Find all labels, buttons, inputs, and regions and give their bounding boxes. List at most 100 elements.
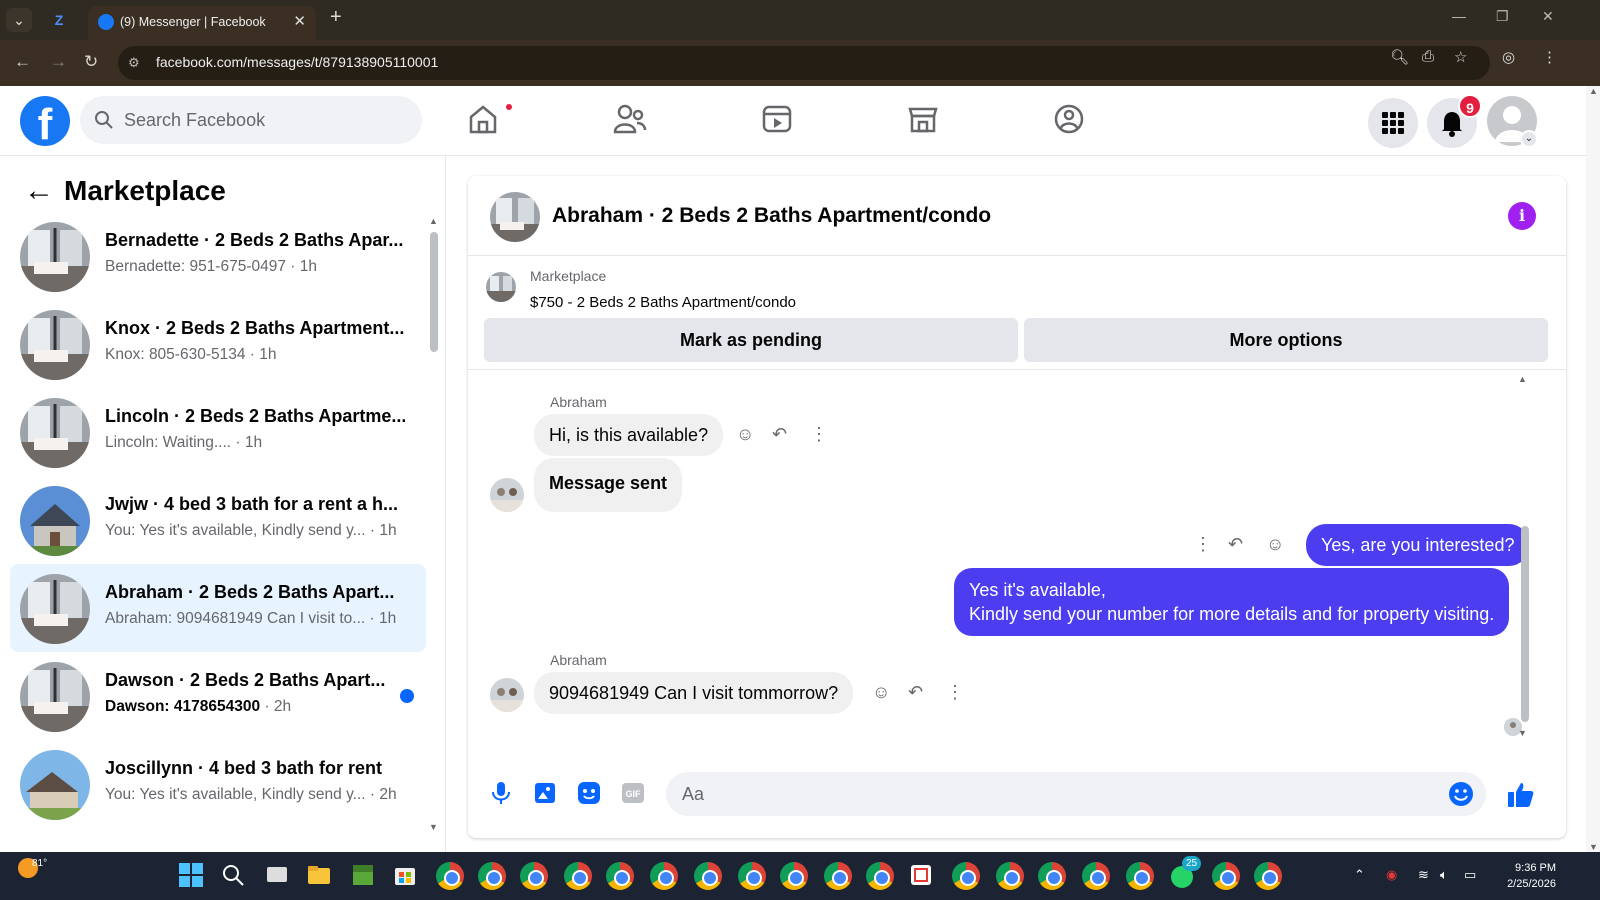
account-chevron-icon[interactable]: ⌄ xyxy=(1520,130,1538,148)
sidebar-scroll-up-icon[interactable]: ▲ xyxy=(429,216,438,226)
message-sent-bubble[interactable]: Message sent xyxy=(534,458,683,512)
menu-grid-button[interactable] xyxy=(1368,98,1418,148)
sidebar-scrollbar[interactable] xyxy=(430,232,438,352)
sender-avatar[interactable] xyxy=(490,478,524,512)
back-arrow-icon[interactable]: ← xyxy=(24,174,64,208)
react-emoji-icon[interactable]: ☺ xyxy=(872,682,890,703)
chat-title[interactable]: Abraham · 2 Beds 2 Baths Apartment/condo xyxy=(552,204,991,228)
site-info-icon[interactable]: ⚙ xyxy=(128,55,140,71)
search-input[interactable]: Search Facebook xyxy=(124,110,265,131)
chat-scroll-down-icon[interactable]: ▼ xyxy=(1518,728,1527,738)
friends-icon[interactable] xyxy=(612,102,652,142)
taskbar-search-icon[interactable] xyxy=(220,862,248,890)
menu-kebab-icon[interactable]: ⋮ xyxy=(1542,48,1557,66)
chrome-app-icon[interactable] xyxy=(996,862,1024,890)
chrome-app-icon[interactable] xyxy=(780,862,808,890)
outgoing-message[interactable]: Yes, are you interested? xyxy=(1306,524,1530,566)
chrome-app-icon[interactable] xyxy=(866,862,894,890)
antivirus-tray-icon[interactable]: ◉ xyxy=(1386,867,1397,883)
message-input[interactable]: Aa xyxy=(666,772,1486,816)
incoming-message[interactable]: Hi, is this available? xyxy=(534,414,724,456)
install-app-icon[interactable]: ⎙ xyxy=(1422,48,1434,65)
emoji-picker-icon[interactable] xyxy=(1448,781,1474,807)
whatsapp-icon[interactable]: 25 xyxy=(1168,856,1202,890)
conversation-item[interactable]: Dawson · 2 Beds 2 Baths Apart... Dawson: … xyxy=(10,652,426,740)
scroll-down-icon[interactable]: ▼ xyxy=(1589,842,1598,852)
chrome-app-icon[interactable] xyxy=(1126,862,1154,890)
browser-tab-messenger[interactable]: (9) Messenger | Facebook ✕ xyxy=(88,6,316,40)
battery-icon[interactable]: ▭ xyxy=(1464,867,1476,883)
chrome-app-icon[interactable] xyxy=(650,862,678,890)
chrome-app-icon[interactable] xyxy=(478,862,506,890)
zoom-icon[interactable]: 🔍︎ xyxy=(1390,48,1409,66)
task-view-icon[interactable] xyxy=(264,862,292,890)
more-actions-icon[interactable]: ⋮ xyxy=(810,424,828,445)
reload-icon[interactable]: ↻ xyxy=(84,52,98,72)
outgoing-message[interactable]: Yes it's available, Kindly send your num… xyxy=(954,568,1510,636)
mark-as-pending-button[interactable]: Mark as pending xyxy=(484,318,1018,362)
chrome-app-icon[interactable] xyxy=(1212,862,1240,890)
chat-scroll-up-icon[interactable]: ▲ xyxy=(1518,374,1527,384)
minecraft-icon[interactable] xyxy=(350,862,378,890)
react-emoji-icon[interactable]: ☺ xyxy=(736,424,754,445)
tab-search-chevron-icon[interactable]: ⌄ xyxy=(6,8,32,32)
app-logo-icon[interactable]: Z xyxy=(46,8,72,32)
search-box[interactable]: Search Facebook xyxy=(80,96,422,144)
chrome-app-icon[interactable] xyxy=(952,862,980,890)
chrome-app-icon[interactable] xyxy=(564,862,592,890)
more-actions-icon[interactable]: ⋮ xyxy=(1194,534,1212,555)
info-icon[interactable]: i xyxy=(1508,202,1536,230)
windows-start-icon[interactable] xyxy=(178,862,206,890)
close-window-icon[interactable]: ✕ xyxy=(1542,8,1554,25)
new-tab-icon[interactable]: + xyxy=(330,6,342,29)
address-bar[interactable]: ⚙ facebook.com/messages/t/87913890511000… xyxy=(118,46,1490,80)
listing-title[interactable]: $750 - 2 Beds 2 Baths Apartment/condo xyxy=(530,294,796,311)
chat-scrollbar[interactable] xyxy=(1521,526,1529,722)
watch-video-icon[interactable] xyxy=(760,102,800,142)
forward-icon[interactable]: → xyxy=(50,52,67,72)
home-icon[interactable] xyxy=(466,102,506,142)
sender-avatar[interactable] xyxy=(490,678,524,712)
attach-photo-icon[interactable] xyxy=(532,780,558,806)
conversation-item[interactable]: Bernadette · 2 Beds 2 Baths Apar... Berna… xyxy=(10,212,426,300)
chrome-app-icon[interactable] xyxy=(738,862,766,890)
chat-avatar[interactable] xyxy=(490,192,540,242)
react-emoji-icon[interactable]: ☺ xyxy=(1266,534,1284,555)
back-icon[interactable]: ← xyxy=(14,52,31,72)
facebook-logo-icon[interactable]: f xyxy=(20,96,70,146)
reply-icon[interactable]: ↶ xyxy=(1228,534,1243,555)
conversation-item[interactable]: Jwjw · 4 bed 3 bath for a rent a h... You… xyxy=(10,476,426,564)
bookmark-star-icon[interactable]: ☆ xyxy=(1454,48,1467,66)
listing-thumbnail[interactable] xyxy=(486,272,516,302)
file-explorer-icon[interactable] xyxy=(306,862,334,890)
sticker-icon[interactable] xyxy=(576,780,602,806)
chrome-app-icon[interactable] xyxy=(1254,862,1282,890)
show-hidden-icons-chevron[interactable]: ⌃ xyxy=(1354,867,1365,883)
incoming-message[interactable]: 9094681949 Can I visit tommorrow? xyxy=(534,672,854,714)
chrome-app-icon[interactable] xyxy=(694,862,722,890)
reply-icon[interactable]: ↶ xyxy=(772,424,787,445)
chrome-app-icon[interactable] xyxy=(520,862,548,890)
more-actions-icon[interactable]: ⋮ xyxy=(946,682,964,703)
voice-clip-icon[interactable] xyxy=(488,780,514,806)
gif-icon[interactable]: GIF xyxy=(620,780,646,806)
volume-icon[interactable]: 🔈︎ xyxy=(1440,867,1448,883)
marketplace-icon[interactable] xyxy=(906,102,946,142)
conversation-item[interactable]: Abraham · 2 Beds 2 Baths Apart... Abraham… xyxy=(10,564,426,652)
profile-icon[interactable]: ◎ xyxy=(1502,48,1515,66)
microsoft-store-icon[interactable] xyxy=(392,862,420,890)
reply-icon[interactable]: ↶ xyxy=(908,682,923,703)
more-options-button[interactable]: More options xyxy=(1024,318,1548,362)
restore-icon[interactable]: ❐ xyxy=(1496,8,1509,25)
snipping-tool-icon[interactable] xyxy=(908,862,936,890)
weather-widget[interactable]: 81° xyxy=(18,858,47,878)
system-clock[interactable]: 9:36 PM 2/25/2026 xyxy=(1507,860,1556,892)
scroll-up-icon[interactable]: ▲ xyxy=(1589,86,1598,96)
sidebar-scroll-down-icon[interactable]: ▼ xyxy=(429,822,438,832)
close-tab-icon[interactable]: ✕ xyxy=(293,12,306,30)
chrome-app-icon[interactable] xyxy=(1082,862,1110,890)
chrome-app-icon[interactable] xyxy=(436,862,464,890)
conversation-item[interactable]: Joscillynn · 4 bed 3 bath for rent You: Y… xyxy=(10,740,426,828)
thumbs-up-icon[interactable] xyxy=(1506,780,1536,810)
conversation-item[interactable]: Lincoln · 2 Beds 2 Baths Apartme... Linco… xyxy=(10,388,426,476)
